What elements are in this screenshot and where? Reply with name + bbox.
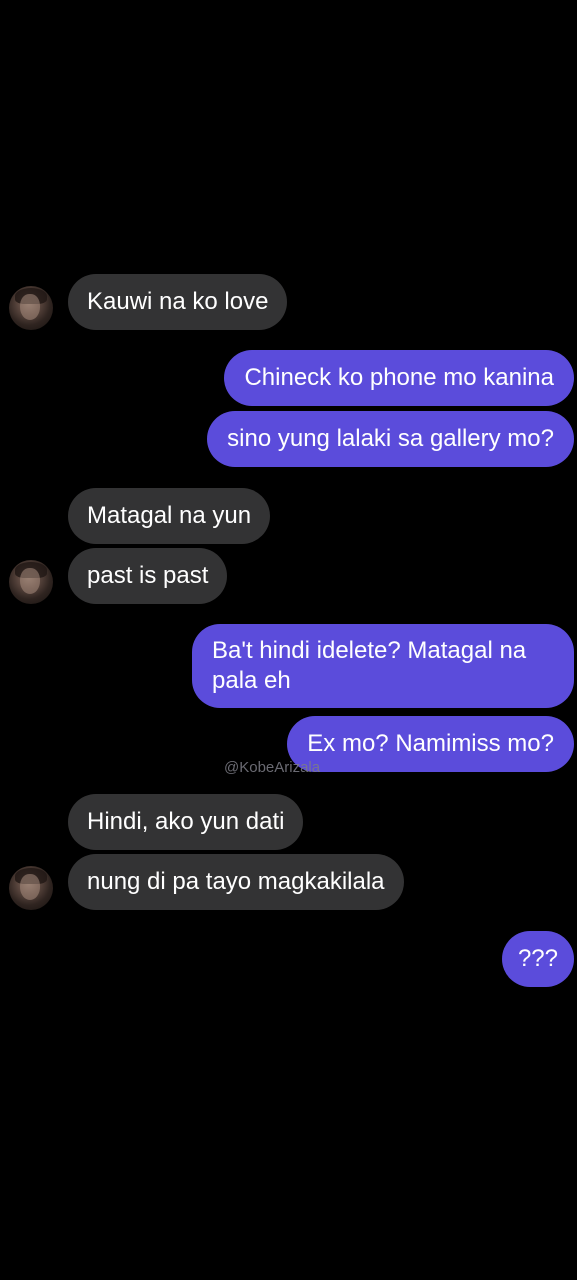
avatar-face — [20, 294, 40, 320]
avatar-face — [20, 568, 40, 594]
chat-thread: Kauwi na ko love Chineck ko phone mo kan… — [0, 0, 577, 1280]
outgoing-message-bubble[interactable]: sino yung lalaki sa gallery mo? — [207, 411, 574, 467]
contact-avatar[interactable] — [9, 560, 53, 604]
outgoing-message-bubble[interactable]: Ex mo? Namimiss mo? — [287, 716, 574, 772]
outgoing-message-bubble[interactable]: ??? — [501, 931, 574, 987]
outgoing-message-bubble[interactable]: Ba't hindi idelete? Matagal na pala eh — [192, 624, 574, 708]
contact-avatar[interactable] — [9, 286, 53, 330]
watermark: @KobeArizala — [224, 759, 321, 776]
incoming-message-bubble[interactable]: Hindi, ako yun dati — [68, 794, 304, 850]
incoming-message-bubble[interactable]: Kauwi na ko love — [68, 274, 288, 330]
outgoing-message-bubble[interactable]: Chineck ko phone mo kanina — [224, 350, 574, 406]
contact-avatar[interactable] — [9, 866, 53, 910]
incoming-message-bubble[interactable]: Matagal na yun — [68, 488, 271, 544]
avatar-face — [20, 874, 40, 900]
incoming-message-bubble[interactable]: nung di pa tayo magkakilala — [68, 854, 404, 910]
incoming-message-bubble[interactable]: past is past — [68, 548, 228, 604]
